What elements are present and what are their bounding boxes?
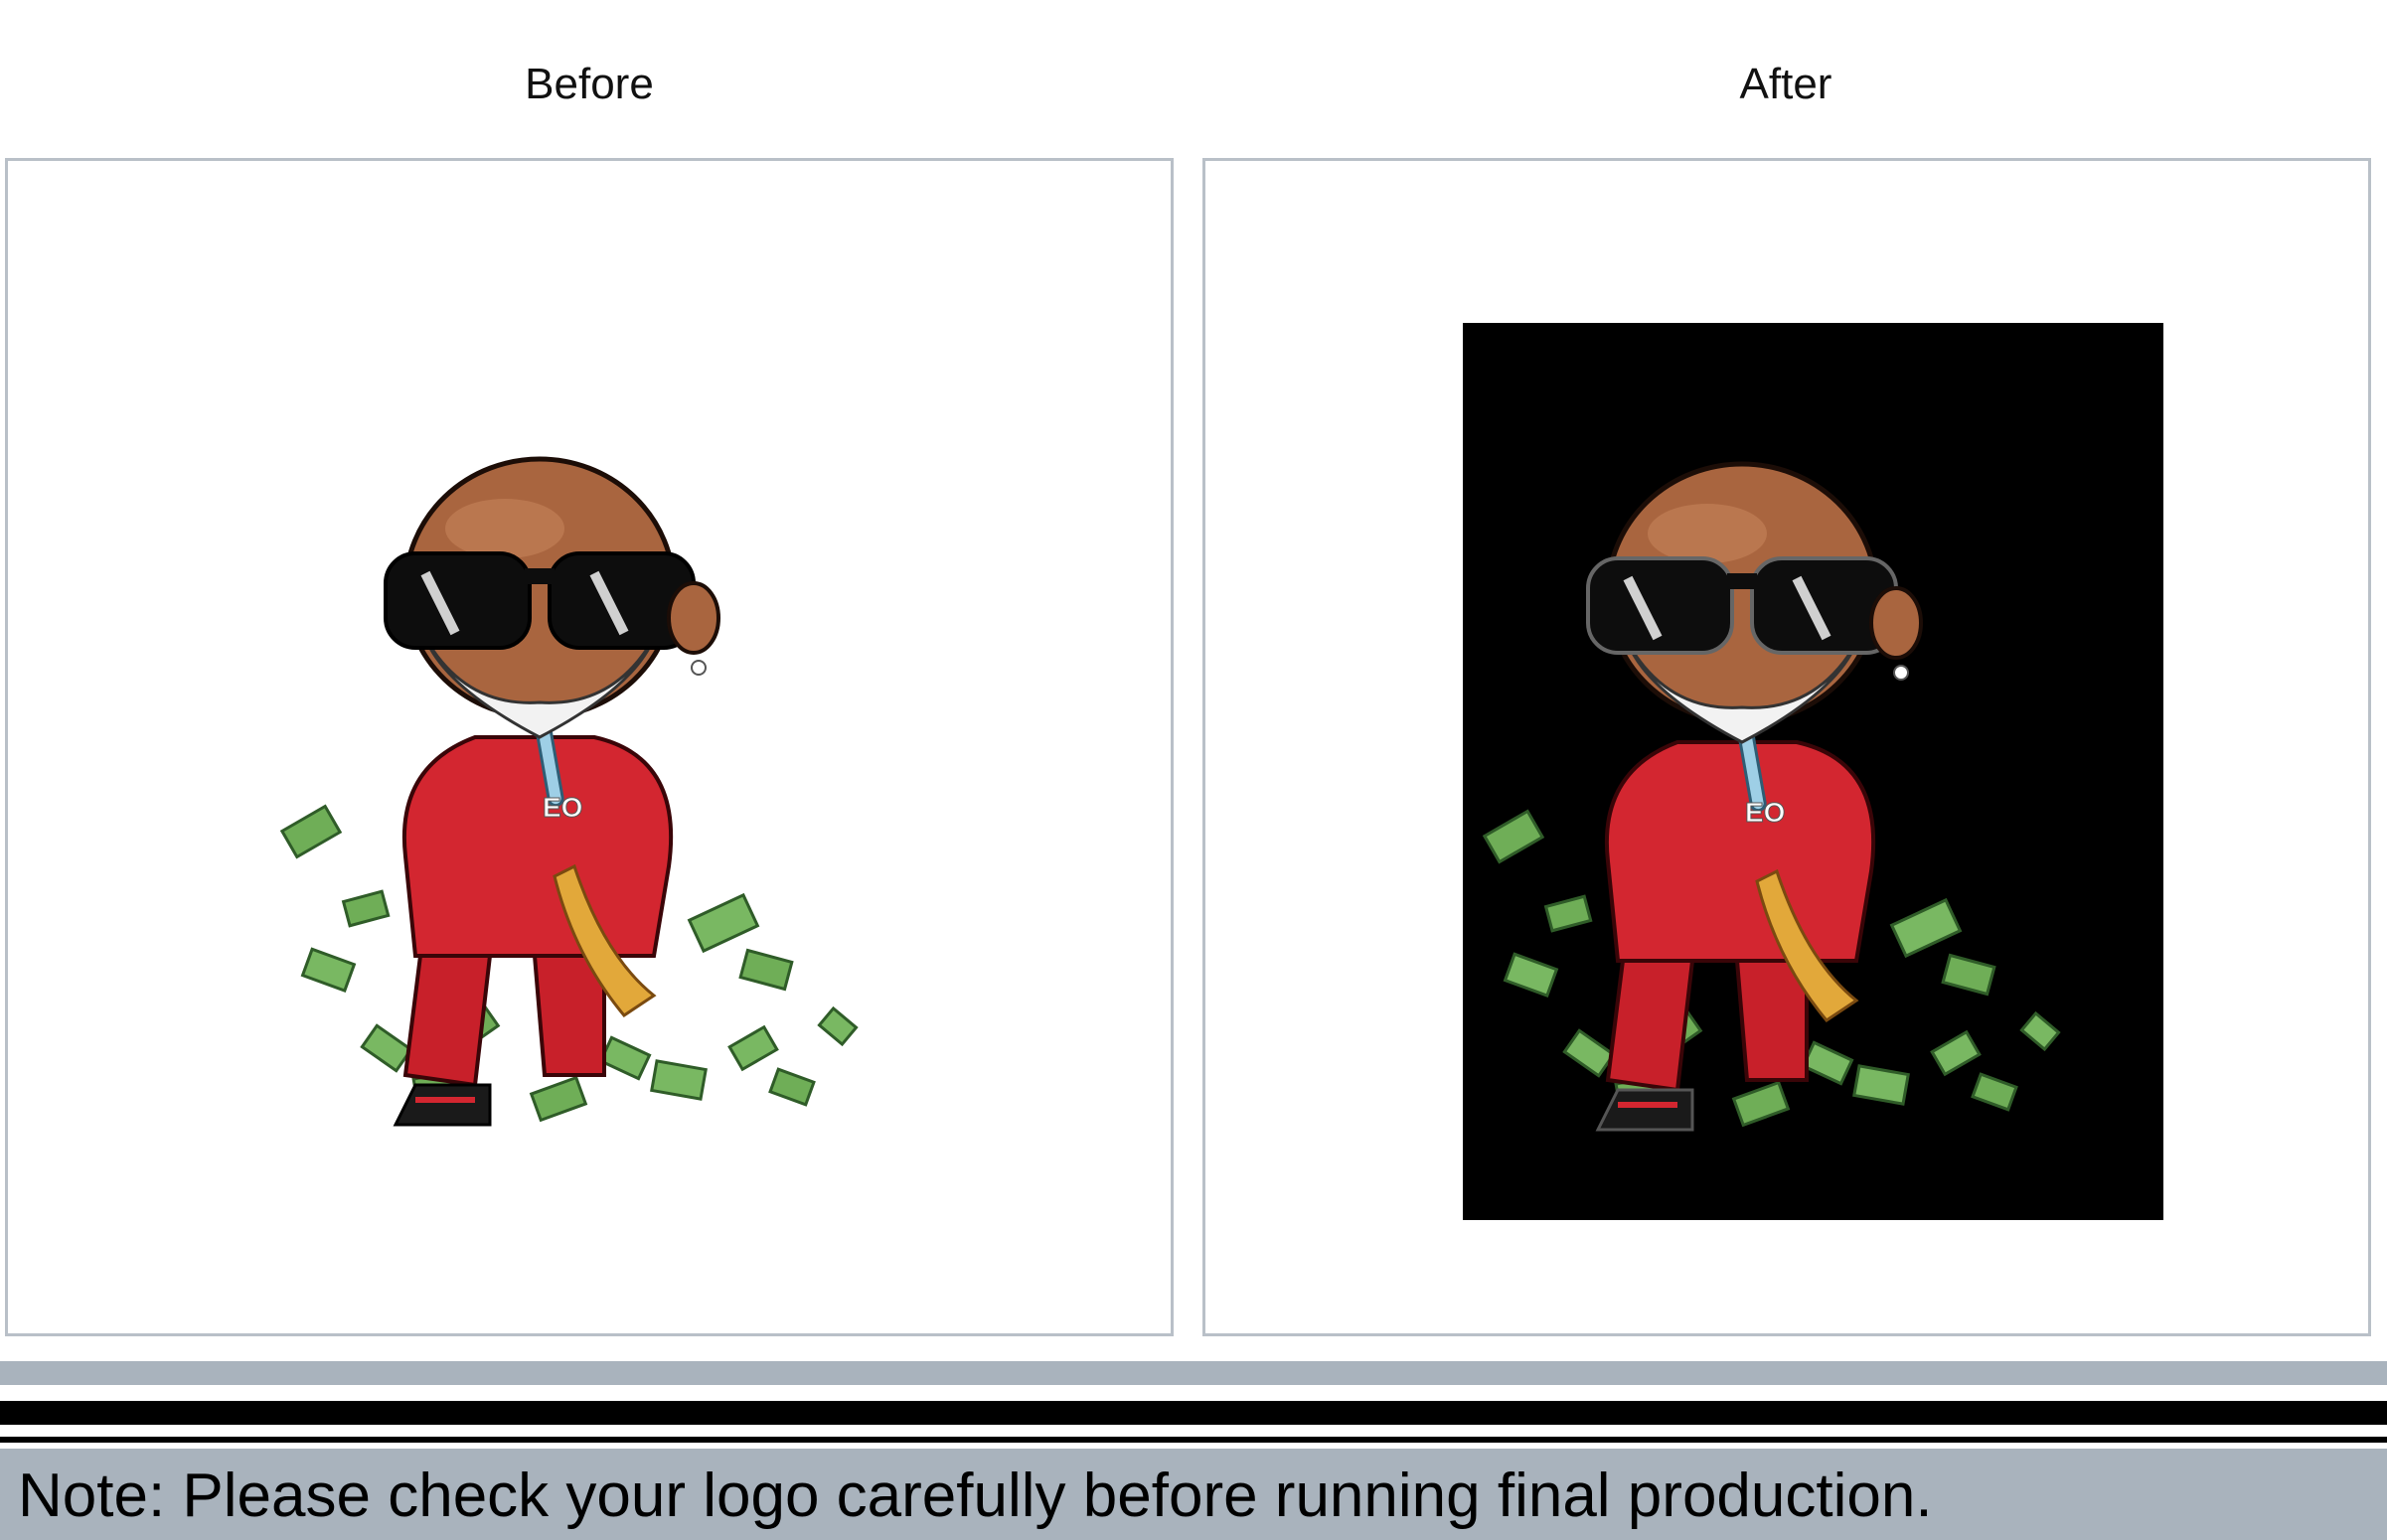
chest-logo-text: EO: [543, 792, 582, 823]
character-illustration-icon: EO: [279, 456, 859, 1127]
after-artwork: EO: [1479, 444, 2095, 1145]
before-artwork: EO: [276, 439, 892, 1140]
note-banner: Note: Please check your logo carefully b…: [0, 1449, 2387, 1540]
note-text: Note: Please check your logo carefully b…: [18, 1462, 1933, 1530]
after-label: After: [1739, 60, 1832, 108]
before-label: Before: [525, 60, 654, 108]
before-panel: EO: [5, 158, 1174, 1336]
after-panel: EO: [1202, 158, 2371, 1336]
character-illustration-icon: EO: [1482, 461, 2061, 1132]
chest-logo-text: EO: [1745, 797, 1785, 828]
divider-gray-bar: [0, 1361, 2387, 1385]
divider-black-bar-1: [0, 1401, 2387, 1425]
divider-black-bar-2: [0, 1437, 2387, 1443]
